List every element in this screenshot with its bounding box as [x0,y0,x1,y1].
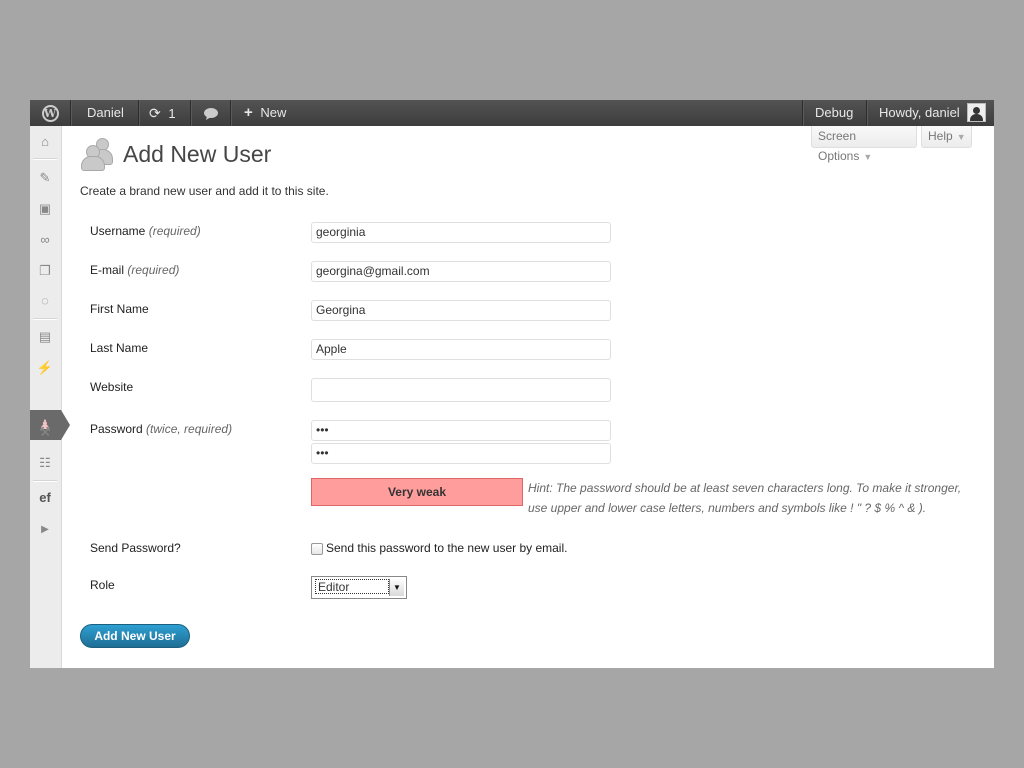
required-note: (required) [148,224,201,238]
new-label: New [260,105,287,120]
password-strength-indicator: Very weak [311,478,523,506]
email-label: E-mail (required) [90,263,179,277]
admin-bar-divider [70,100,72,126]
screen-options-label: Screen Options [818,129,860,163]
chevron-down-icon: ▼ [956,132,966,142]
screen-options-button[interactable]: Screen Options ▼ [811,126,917,163]
role-label: Role [90,578,115,592]
send-password-label: Send Password? [90,541,181,555]
pages-icon[interactable]: ❐ [35,261,55,281]
wordpress-logo-icon[interactable]: W [30,100,70,126]
admin-bar-divider [866,100,868,126]
chevron-down-icon: ▼ [863,152,873,162]
plugins-icon[interactable]: ⚡ [35,358,55,378]
admin-bar-divider [230,100,232,126]
tools-icon[interactable]: ⚒ [35,422,55,442]
updates-count: 1 [168,106,176,121]
page-title: Add New User [123,141,272,167]
updates-link[interactable]: ⟳ 1 [149,100,176,126]
comment-icon [204,107,218,120]
updates-icon: ⟳ [149,105,161,121]
role-selected-value: Editor [315,579,389,594]
browser-frame: W Daniel ⟳ 1 + New Debug Howdy, daniel ⌂… [30,100,994,668]
email-label-text: E-mail [90,263,125,277]
email-input[interactable]: georgina@gmail.com [311,261,611,282]
new-content-link[interactable]: + New [244,100,286,126]
first-name-label: First Name [90,302,149,316]
dashboard-icon[interactable]: ⌂ [35,132,55,152]
admin-bar: W Daniel ⟳ 1 + New Debug Howdy, daniel [30,100,994,126]
password-label-text: Password [90,422,143,436]
send-password-checkbox-label[interactable]: Send this password to the new user by em… [326,541,567,555]
role-select[interactable]: Editor ▼ [311,576,407,599]
site-name-link[interactable]: Daniel [87,100,124,126]
menu-separator [33,158,57,160]
first-name-input[interactable]: Georgina [311,300,611,321]
send-password-checkbox[interactable] [311,543,323,555]
menu-separator [33,480,57,482]
username-input[interactable]: georginia [311,222,611,243]
plugin-ef-icon[interactable]: ef [35,488,55,508]
current-menu-arrow [61,410,70,440]
posts-icon[interactable]: ✎ [35,168,55,188]
admin-bar-divider [190,100,192,126]
username-label-text: Username [90,224,146,238]
help-label: Help [928,129,953,143]
add-new-user-button[interactable]: Add New User [80,624,190,648]
users-page-icon [81,138,115,171]
admin-bar-divider [802,100,804,126]
chevron-down-icon[interactable]: ▼ [389,579,404,596]
menu-separator [33,318,57,320]
password-input[interactable]: ••• [311,420,611,441]
password-hint: Hint: The password should be at least se… [528,481,962,515]
admin-bar-divider [138,100,140,126]
account-menu[interactable]: Howdy, daniel [879,100,960,126]
password-label: Password (twice, required) [90,422,232,436]
last-name-label: Last Name [90,341,149,355]
page-description: Create a brand new user and add it to th… [80,184,329,198]
required-note: (twice, required) [146,422,233,436]
comments-link[interactable] [203,100,219,126]
required-note: (required) [127,263,180,277]
appearance-icon[interactable]: ▤ [35,327,55,347]
help-button[interactable]: Help ▼ [921,126,972,148]
debug-link[interactable]: Debug [815,100,853,126]
username-label: Username (required) [90,224,201,238]
comments-icon[interactable]: ◌ [35,291,55,311]
plus-icon: + [244,104,253,121]
links-icon[interactable]: ∞ [35,230,55,250]
avatar[interactable] [967,103,986,122]
media-icon[interactable]: ▣ [35,199,55,219]
website-label: Website [90,380,134,394]
admin-side-menu: ⌂ ✎ ▣ ∞ ❐ ◌ ▤ ⚡ ♟ ⚒ ☷ ef ▶ [30,126,70,668]
last-name-input[interactable]: Apple [311,339,611,360]
password-confirm-input[interactable]: ••• [311,443,611,464]
collapse-icon[interactable]: ▶ [35,520,55,540]
settings-icon[interactable]: ☷ [35,453,55,473]
website-input[interactable] [311,378,611,402]
